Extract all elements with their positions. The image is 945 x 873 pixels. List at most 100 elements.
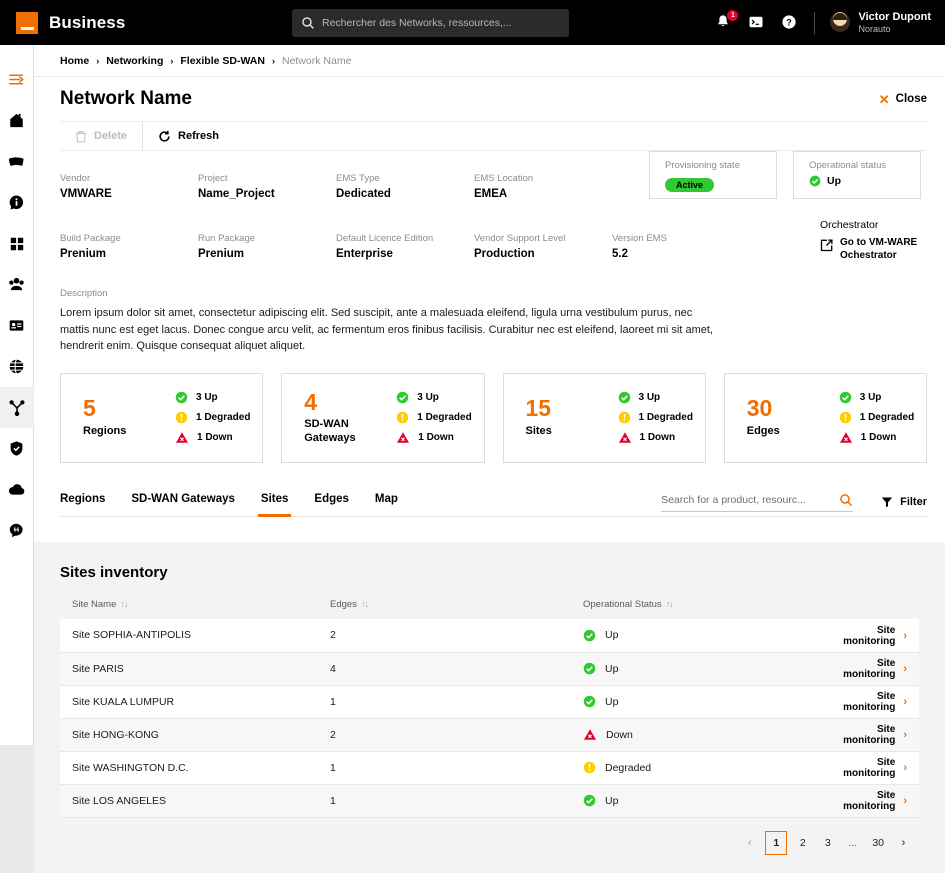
summary-card-sites[interactable]: 15 Sites 3 Up 1 Degraded 1 Down bbox=[502, 372, 706, 463]
sidebar-item-offers[interactable] bbox=[0, 141, 34, 182]
breadcrumb-item-home[interactable]: Home bbox=[60, 55, 89, 67]
column-header-operational-status[interactable]: Operational Status ↑↓ bbox=[583, 599, 823, 619]
global-search-box[interactable] bbox=[292, 9, 569, 37]
tabs: Regions SD-WAN Gateways Sites Edges Map bbox=[60, 483, 398, 517]
operational-status-text: Up bbox=[827, 175, 841, 187]
site-monitoring-link[interactable]: Site monitoring › bbox=[823, 790, 907, 812]
help-button[interactable]: ? bbox=[781, 14, 799, 32]
id-card-icon bbox=[9, 320, 24, 331]
hamburger-arrow-icon bbox=[9, 74, 24, 85]
table-search-box[interactable] bbox=[661, 493, 854, 512]
pagination: ‹ 1 2 3 ... 30 › bbox=[60, 830, 919, 855]
tab-regions[interactable]: Regions bbox=[60, 483, 105, 516]
pagination-page-2[interactable]: 2 bbox=[793, 832, 812, 854]
field-run-package: Run Package Prenium bbox=[198, 233, 336, 260]
sidebar-item-cloud[interactable] bbox=[0, 469, 34, 510]
sites-inventory-table: Site Name ↑↓ Edges ↑↓ Operational Status ↑↓… bbox=[60, 599, 919, 818]
site-monitoring-link[interactable]: Site monitoring › bbox=[823, 757, 907, 779]
field-label: Project bbox=[198, 173, 228, 184]
user-menu[interactable]: Victor Dupont Norauto bbox=[830, 11, 931, 34]
site-monitoring-label: Site monitoring bbox=[843, 790, 896, 812]
site-monitoring-link[interactable]: Site monitoring › bbox=[823, 724, 907, 746]
pagination-page-3[interactable]: 3 bbox=[818, 832, 837, 854]
sidebar-item-information[interactable] bbox=[0, 182, 34, 223]
operational-status-label: Operational status bbox=[809, 160, 887, 171]
check-circle-icon bbox=[618, 391, 630, 404]
top-header-bar: Business 1 bbox=[0, 0, 945, 45]
chevron-right-icon: › bbox=[903, 795, 907, 807]
breadcrumb-item-flexible-sdwan[interactable]: Flexible SD-WAN bbox=[180, 55, 265, 67]
card-count: 30 bbox=[746, 395, 773, 422]
pagination-page-30[interactable]: 30 bbox=[868, 832, 888, 854]
header-actions: 1 ? Victor Dupont Norauto bbox=[715, 0, 931, 45]
cell-operational-status: Down bbox=[583, 718, 823, 752]
warning-circle-icon bbox=[175, 411, 188, 424]
brand-logo[interactable]: Business bbox=[16, 11, 125, 34]
tab-sites[interactable]: Sites bbox=[257, 483, 291, 517]
card-label: Edges bbox=[746, 424, 780, 437]
cell-edges: 2 bbox=[330, 619, 583, 653]
orchestrator-link[interactable]: Go to VM-WARE Ochestrator bbox=[820, 236, 945, 262]
pagination-next[interactable]: › bbox=[894, 832, 913, 854]
summary-card-sdwan-gateways[interactable]: 4 SD-WAN Gateways 3 Up 1 Degraded 1 Down bbox=[281, 372, 485, 463]
sidebar-item-security[interactable] bbox=[0, 428, 34, 469]
error-triangle-icon bbox=[839, 432, 852, 443]
tab-sdwan-gateways[interactable]: SD-WAN Gateways bbox=[131, 483, 235, 516]
notification-badge: 1 bbox=[727, 9, 739, 21]
sidebar-item-global[interactable] bbox=[0, 346, 34, 387]
card-status-degraded: 1 Degraded bbox=[839, 411, 914, 424]
summary-card-regions[interactable]: 5 Regions 3 Up 1 Degraded 1 Down bbox=[60, 372, 264, 463]
field-value: Prenium bbox=[198, 248, 245, 260]
tab-edges[interactable]: Edges bbox=[314, 483, 349, 516]
table-search-input[interactable] bbox=[661, 493, 840, 506]
table-row[interactable]: Site KUALA LUMPUR 1 Up Site monitoring › bbox=[60, 685, 919, 719]
table-row[interactable]: Site LOS ANGELES 1 Up Site monitoring › bbox=[60, 784, 919, 818]
search-icon[interactable] bbox=[839, 493, 853, 507]
card-status-degraded: 1 Degraded bbox=[618, 411, 693, 424]
status-text: Up bbox=[605, 794, 619, 807]
table-row[interactable]: Site PARIS 4 Up Site monitoring › bbox=[60, 652, 919, 686]
summary-cards: 5 Regions 3 Up 1 Degraded 1 Down 4 SD-WA… bbox=[34, 355, 945, 463]
sort-icon: ↑↓ bbox=[120, 599, 128, 609]
breadcrumb: Home › Networking › Flexible SD-WAN › Ne… bbox=[34, 45, 945, 77]
close-button[interactable]: ✕ Close bbox=[879, 93, 927, 106]
site-monitoring-link[interactable]: Site monitoring › bbox=[823, 625, 907, 647]
sidebar-item-support-chat[interactable]: 66 bbox=[0, 510, 34, 551]
field-label: Version EMS bbox=[612, 233, 667, 244]
sidebar-item-menu-toggle[interactable] bbox=[0, 59, 34, 100]
column-header-edges[interactable]: Edges ↑↓ bbox=[330, 599, 583, 619]
warning-circle-icon bbox=[839, 411, 852, 424]
filter-button[interactable]: Filter bbox=[881, 496, 927, 508]
table-row[interactable]: Site SOPHIA-ANTIPOLIS 2 Up Site monitoring › bbox=[60, 619, 919, 653]
global-search-input[interactable] bbox=[322, 17, 547, 29]
sidebar-item-teams[interactable] bbox=[0, 264, 34, 305]
table-row[interactable]: Site HONG-KONG 2 Down Site monitoring › bbox=[60, 718, 919, 752]
field-value: Production bbox=[474, 248, 535, 260]
left-sidebar: 66 bbox=[0, 45, 34, 745]
terminal-button[interactable] bbox=[748, 14, 766, 32]
sidebar-item-networking[interactable] bbox=[0, 387, 34, 428]
card-label: Regions bbox=[83, 424, 127, 437]
chevron-right-icon: › bbox=[903, 729, 907, 741]
pagination-page-1[interactable]: 1 bbox=[765, 830, 788, 855]
site-monitoring-link[interactable]: Site monitoring › bbox=[823, 691, 907, 713]
provisioning-state-badge: Active bbox=[665, 178, 715, 192]
site-monitoring-link[interactable]: Site monitoring › bbox=[823, 658, 907, 680]
site-monitoring-label: Site monitoring bbox=[843, 658, 896, 680]
sidebar-item-contracts[interactable] bbox=[0, 305, 34, 346]
summary-card-edges[interactable]: 30 Edges 3 Up 1 Degraded 1 Down bbox=[723, 372, 927, 463]
pagination-prev[interactable]: ‹ bbox=[740, 832, 759, 854]
notifications-button[interactable]: 1 bbox=[715, 9, 739, 32]
refresh-icon bbox=[159, 130, 170, 142]
refresh-button[interactable]: Refresh bbox=[143, 122, 234, 150]
column-header-site-name[interactable]: Site Name ↑↓ bbox=[60, 599, 330, 619]
sidebar-item-apps[interactable] bbox=[0, 223, 34, 264]
tab-map[interactable]: Map bbox=[375, 483, 398, 516]
warning-circle-icon bbox=[618, 411, 630, 424]
chevron-right-icon: › bbox=[903, 629, 907, 642]
table-row[interactable]: Site WASHINGTON D.C. 1 Degraded Site monito… bbox=[60, 751, 919, 785]
grid-icon bbox=[10, 237, 23, 250]
sort-icon: ↑↓ bbox=[665, 599, 674, 609]
breadcrumb-item-networking[interactable]: Networking bbox=[106, 55, 163, 67]
sidebar-item-home[interactable] bbox=[0, 100, 34, 141]
